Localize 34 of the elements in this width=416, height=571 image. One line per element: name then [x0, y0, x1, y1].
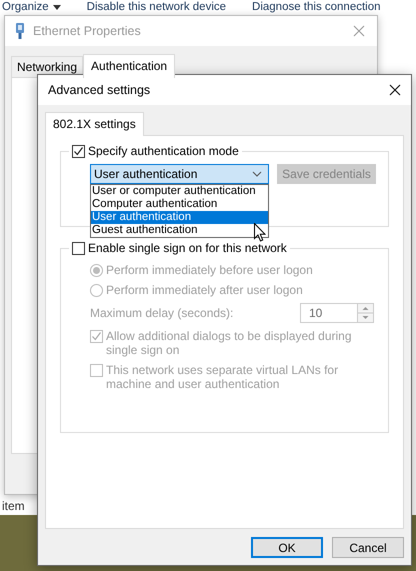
- tab[interactable]: Authentication: [83, 54, 176, 78]
- toolbar-item[interactable]: Diagnose this connection: [252, 0, 381, 14]
- window-title: Advanced settings: [48, 83, 152, 97]
- network-adapter-icon: [15, 23, 25, 39]
- dropdown-option[interactable]: User authentication: [91, 211, 268, 224]
- spinner-arrows-icon[interactable]: [357, 303, 374, 323]
- radio-label: Perform immediately before user logon: [106, 263, 313, 277]
- radio-label: Perform immediately after user logon: [106, 283, 303, 297]
- radio-button[interactable]: [90, 284, 103, 296]
- checkbox[interactable]: [90, 330, 103, 343]
- tab[interactable]: 802.1X settings: [45, 112, 144, 136]
- checkbox[interactable]: [72, 242, 85, 254]
- tab[interactable]: Networking: [11, 56, 84, 77]
- checkbox-label: This network uses separate virtual LANs for machine and user authentication: [106, 363, 340, 391]
- combo-box[interactable]: User authentication: [90, 164, 269, 184]
- window-title: Ethernet Properties: [33, 24, 142, 38]
- checkbox[interactable]: [90, 364, 103, 377]
- checkbox[interactable]: [72, 144, 85, 158]
- close-icon[interactable]: [389, 84, 401, 96]
- toolbar-item[interactable]: Disable this network device: [86, 0, 226, 14]
- caret-icon: [252, 171, 262, 177]
- toolbar-item[interactable]: Organize: [2, 0, 61, 14]
- checkbox-label: Enable single sign on for this network: [88, 241, 287, 255]
- dropdown-option[interactable]: Computer authentication: [91, 198, 268, 211]
- caret-icon: [52, 4, 61, 10]
- ok-button[interactable]: OK: [251, 537, 323, 558]
- dropdown-option[interactable]: User or computer authentication: [91, 185, 268, 198]
- cancel-button[interactable]: Cancel: [332, 537, 404, 558]
- checkbox-label: Specify authentication mode: [88, 144, 239, 158]
- dropdown-option[interactable]: Guest authentication: [91, 224, 268, 237]
- checkbox-label: Allow additional dialogs to be displayed during single sign on: [106, 329, 352, 357]
- radio-button[interactable]: [90, 264, 103, 276]
- status-text: item: [2, 499, 25, 513]
- field-label: Maximum delay (seconds):: [90, 306, 234, 320]
